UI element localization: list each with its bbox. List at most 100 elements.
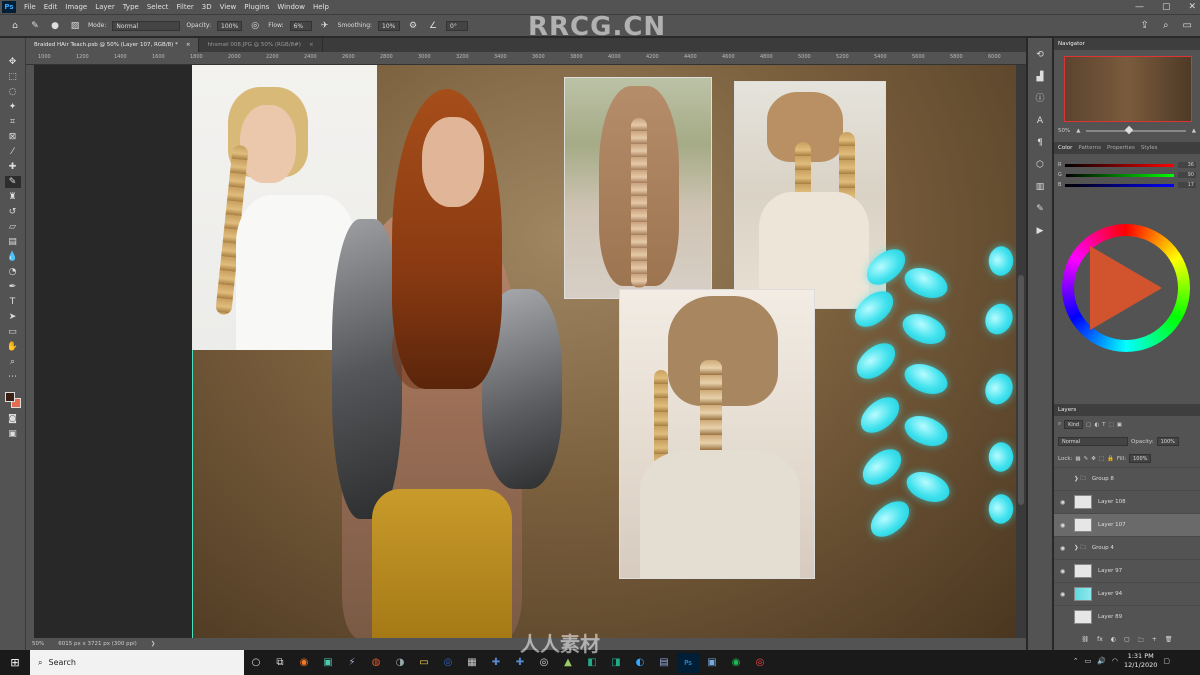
blend-mode-select[interactable]: Normal — [1058, 437, 1128, 446]
crop-tool-icon[interactable]: ⌗ — [5, 116, 21, 128]
opacity-field[interactable]: 100% — [217, 20, 243, 31]
filter-shape-icon[interactable]: ⬚ — [1109, 422, 1114, 428]
tab-hhsmwl[interactable]: hhsmwl 008.JPG @ 50% (RGB/8#) × — [199, 38, 323, 52]
zoom-in-icon[interactable]: ▲ — [1192, 128, 1196, 134]
layer-row-layer-89[interactable]: Layer 89 — [1054, 605, 1200, 628]
app-icon[interactable]: ⚡ — [341, 653, 363, 673]
zoom-out-icon[interactable]: ▲ — [1076, 128, 1080, 134]
actions-icon[interactable]: ▶ — [1033, 224, 1047, 238]
file-explorer-icon[interactable]: ▭ — [413, 653, 435, 673]
blue-slider[interactable] — [1065, 183, 1174, 187]
close-button[interactable]: ✕ — [1188, 0, 1196, 14]
clock[interactable]: 1:31 PM 12/1/2020 — [1124, 652, 1157, 670]
angle-field[interactable]: 0° — [446, 20, 469, 31]
new-group-icon[interactable]: 🗀 — [1138, 636, 1144, 646]
canvas-scrollbar[interactable] — [1016, 65, 1026, 638]
gradient-tool-icon[interactable]: ▤ — [5, 236, 21, 248]
chrome-icon[interactable]: ◎ — [437, 653, 459, 673]
notifications-icon[interactable]: ▢ — [1163, 657, 1170, 665]
menu-type[interactable]: Type — [119, 0, 143, 14]
menu-select[interactable]: Select — [143, 0, 173, 14]
layer-row-layer-94[interactable]: ◉ Layer 94 — [1054, 582, 1200, 605]
menu-edit[interactable]: Edit — [40, 0, 62, 14]
navigator-zoom-value[interactable]: 50% — [1058, 128, 1070, 134]
layer-opacity-field[interactable]: 100% — [1156, 437, 1179, 446]
lock-paint-icon[interactable]: ✎ — [1084, 456, 1089, 462]
canvas-area[interactable] — [34, 65, 1026, 638]
chrome-icon[interactable]: ◎ — [749, 653, 771, 673]
move-tool-icon[interactable]: ✥ — [5, 56, 21, 68]
minimize-button[interactable]: — — [1135, 0, 1144, 14]
brush-settings-icon[interactable]: ▨ — [68, 21, 82, 31]
menu-filter[interactable]: Filter — [172, 0, 197, 14]
3d-cube-icon[interactable]: ⬡ — [1033, 158, 1047, 172]
tab-layers[interactable]: Layers — [1058, 407, 1076, 413]
screen-mode-icon[interactable]: ▣ — [5, 428, 21, 440]
tab-braided-hair[interactable]: Braided HAir Teach.psb @ 50% (Layer 107,… — [26, 38, 200, 52]
menu-window[interactable]: Window — [273, 0, 309, 14]
frame-tool-icon[interactable]: ⊠ — [5, 131, 21, 143]
adjustment-layer-icon[interactable]: ◐ — [1111, 636, 1116, 646]
pressure-opacity-icon[interactable]: ◎ — [248, 21, 262, 31]
paragraph-icon[interactable]: ¶ — [1033, 136, 1047, 150]
share-icon[interactable]: ⇪ — [1141, 20, 1149, 31]
tab-properties[interactable]: Properties — [1107, 145, 1135, 151]
app-icon[interactable]: ▣ — [701, 653, 723, 673]
magic-wand-tool-icon[interactable]: ✦ — [5, 101, 21, 113]
reference-image-double-braid[interactable] — [734, 81, 886, 309]
tab-color[interactable]: Color — [1058, 145, 1072, 151]
red-value[interactable]: 36 — [1178, 162, 1196, 168]
foreground-color-swatch[interactable] — [4, 392, 15, 402]
visibility-eye-icon[interactable]: ◉ — [1060, 522, 1068, 529]
blue-value[interactable]: 17 — [1178, 182, 1196, 188]
volume-icon[interactable]: 🔊 — [1097, 657, 1106, 665]
brush-tool-icon[interactable]: ✎ — [4, 176, 21, 188]
menu-image[interactable]: Image — [61, 0, 91, 14]
more-tools-icon[interactable]: ⋯ — [5, 371, 21, 383]
lock-artboard-icon[interactable]: ⬚ — [1099, 456, 1104, 462]
green-slider[interactable] — [1065, 173, 1174, 177]
new-layer-icon[interactable]: + — [1152, 636, 1157, 646]
blender-icon[interactable]: ◉ — [293, 653, 315, 673]
filter-adjust-icon[interactable]: ◐ — [1094, 422, 1099, 428]
reference-image-dutch-braid[interactable] — [619, 289, 815, 579]
gear-icon[interactable]: ⚙ — [406, 21, 420, 31]
lock-move-icon[interactable]: ✥ — [1091, 456, 1096, 462]
clone-stamp-tool-icon[interactable]: ♜ — [5, 191, 21, 203]
layer-row-group-4[interactable]: ◉ ❯ 🗀 Group 4 — [1054, 536, 1200, 559]
fill-field[interactable]: 100% — [1129, 454, 1152, 463]
brush-tool-preset-icon[interactable]: ✎ — [28, 21, 42, 31]
home-icon[interactable]: ⌂ — [8, 21, 22, 31]
spotify-icon[interactable]: ◉ — [725, 653, 747, 673]
visibility-eye-icon[interactable]: ◉ — [1060, 499, 1068, 506]
filter-type-icon[interactable]: T — [1102, 422, 1105, 428]
kind-filter[interactable]: Kind — [1064, 420, 1084, 429]
marquee-tool-icon[interactable]: ⬚ — [5, 71, 21, 83]
firefox-icon[interactable]: ◍ — [365, 653, 387, 673]
reference-image-back-braid[interactable] — [564, 77, 712, 299]
visibility-eye-icon[interactable]: ◉ — [1060, 545, 1068, 552]
menu-3d[interactable]: 3D — [198, 0, 216, 14]
app-icon[interactable]: ◐ — [629, 653, 651, 673]
brush-settings-icon[interactable]: ✎ — [1033, 202, 1047, 216]
app-icon[interactable]: ▦ — [461, 653, 483, 673]
artboard[interactable] — [192, 65, 1020, 638]
layer-row-layer-108[interactable]: ◉ Layer 108 — [1054, 490, 1200, 513]
history-icon[interactable]: ⟲ — [1033, 48, 1047, 62]
windows-start-icon[interactable]: ⊞ — [0, 650, 30, 675]
app-icon[interactable]: ◨ — [605, 653, 627, 673]
smoothing-field[interactable]: 10% — [378, 20, 401, 31]
close-tab-icon[interactable]: × — [186, 38, 191, 52]
shape-tool-icon[interactable]: ▭ — [5, 326, 21, 338]
task-view-icon[interactable]: ⧉ — [269, 653, 291, 673]
path-selection-tool-icon[interactable]: ➤ — [5, 311, 21, 323]
zoom-tool-icon[interactable]: ⌕ — [5, 356, 21, 368]
app-icon[interactable]: ▤ — [653, 653, 675, 673]
fx-icon[interactable]: fx — [1097, 636, 1103, 646]
taskbar-search[interactable]: ⌕ Search — [30, 650, 244, 675]
visibility-eye-icon[interactable]: ◉ — [1060, 591, 1068, 598]
lasso-tool-icon[interactable]: ◌ — [5, 86, 21, 98]
app-icon[interactable]: ✚ — [485, 653, 507, 673]
visibility-eye-icon[interactable]: ◉ — [1060, 568, 1068, 575]
layer-row-group-8[interactable]: ❯ 🗀 Group 8 — [1054, 467, 1200, 490]
